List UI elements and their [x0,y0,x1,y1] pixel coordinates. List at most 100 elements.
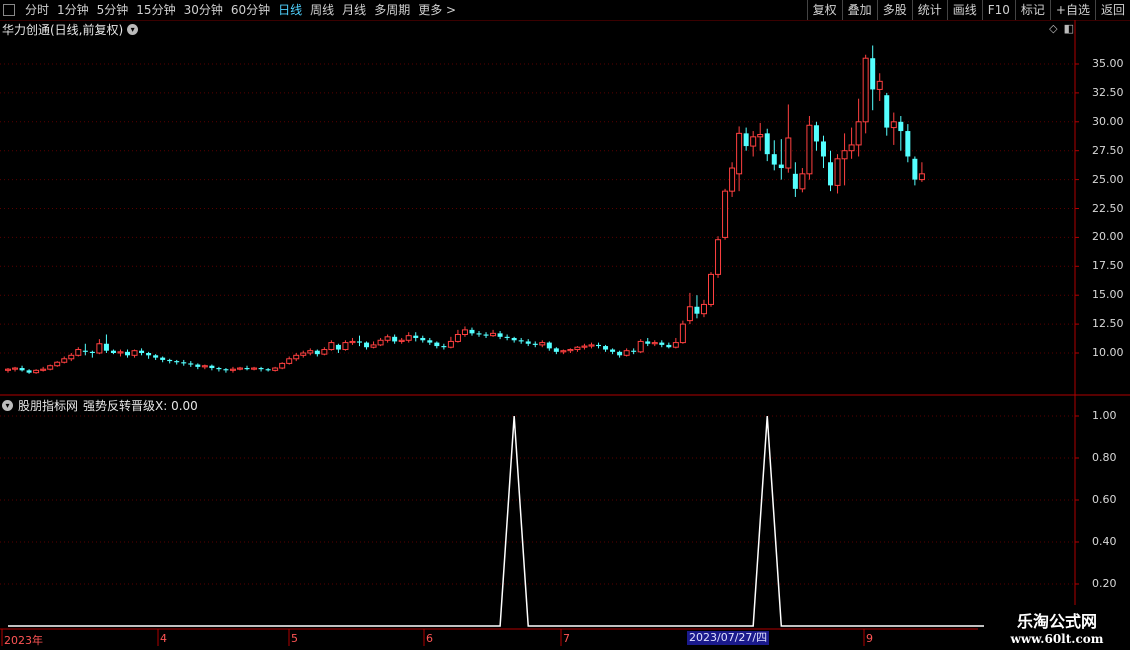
date-axis-label: 4 [160,632,167,645]
candle-body-down [174,361,180,363]
candle-body-up [461,329,468,336]
candle-body-up [398,339,405,342]
candle-body-up [651,342,658,345]
candle-body-up [54,361,61,367]
candle-body-down [905,131,911,157]
indicator-axis-label: 0.20 [1092,577,1117,590]
candle-body-down [645,341,651,344]
candle-body-down [870,58,876,90]
price-axis-label: 22.50 [1092,201,1124,215]
candle-body-up [637,340,644,353]
candle-body-down [778,164,784,169]
candle-body-up [581,345,588,348]
main-title: 华力创通(日线,前复权) [2,22,124,37]
candle-body-down [469,329,475,334]
candle-body-down [314,350,320,355]
candle-body-up [876,80,883,90]
candle-body-down [743,133,749,147]
indicator-axis-label: 0.40 [1092,535,1117,548]
chevron-down-icon[interactable]: ▾ [127,23,139,35]
price-axis-label: 27.50 [1092,143,1124,157]
candle-body-down [420,337,426,341]
candle-body-down [223,369,229,371]
candle-body-up [834,158,841,186]
diamond-icon[interactable]: ◇ [1049,22,1057,35]
candle-body-up [272,367,279,371]
candle-body-down [139,350,145,353]
panel-toggle-icon[interactable]: ◧ [1064,22,1074,35]
candle-body-down [476,333,482,335]
candle-body-down [244,368,250,370]
candle-body-down [335,344,341,350]
candle-body-down [195,364,201,367]
candle-body-up [799,173,806,190]
candle-body-down [434,342,440,347]
candle-body-up [806,124,813,175]
candle-body-up [750,136,757,147]
candle-body-down [413,335,419,338]
candle-body-down [792,173,798,189]
candle-body-up [5,368,11,371]
candle-body-up [679,323,686,344]
candle-body-down [603,346,609,350]
candle-body-up [686,306,693,322]
watermark-title: 乐淘公式网 [1016,612,1097,631]
candle-body-down [912,158,918,180]
candle-body-up [229,368,236,371]
candle-body-down [26,370,32,373]
candle-body-down [610,349,616,352]
candle-body-up [841,150,848,160]
candle-body-down [19,368,25,371]
candle-body-down [497,333,503,337]
candle-body-up [539,342,546,346]
date-axis-label: 9 [866,632,873,645]
indicator-axis-label: 0.80 [1092,451,1117,464]
candle-body-up [560,350,567,353]
candle-body-down [82,350,88,352]
candle-body-down [160,357,166,360]
chart-grid [0,63,1075,585]
candle-body-up [33,369,40,374]
indicator-axis-label: 1.00 [1092,409,1117,422]
candle-body-down [504,336,510,338]
candle-body-down [441,346,447,348]
candle-body-down [813,125,819,142]
candle-body-down [553,348,559,352]
candle-body-up [855,121,862,146]
candle-body-up [454,334,461,342]
candle-body-down [216,368,222,370]
candle-body-down [265,369,271,371]
candle-body-down [828,162,834,186]
chart-top-icons: ◇ ◧ [1049,22,1074,35]
candle-body-up [251,367,258,370]
candle-body-down [659,342,665,345]
candle-body-down [617,351,623,356]
candle-body-up [708,273,714,305]
candle-body-up [862,57,869,123]
candle-body-up [384,336,391,341]
candle-body-down [188,363,194,365]
candle-body-down [146,353,152,356]
candle-body-up [405,335,412,341]
chart-frame [0,20,1130,650]
price-axis-label: 20.00 [1092,230,1124,244]
date-axis-label: 6 [426,632,433,645]
price-axis-label: 32.50 [1092,85,1124,99]
candle-body-down [764,133,770,155]
candle-body-up [279,362,286,369]
indicator-series [8,415,1056,627]
candle-body-down [89,351,95,353]
candle-body-down [181,362,187,364]
chevron-down-icon[interactable]: ▾ [2,400,13,411]
candle-body-down [525,341,531,344]
date-axis-label: 2023年 [4,634,43,647]
price-axis-label: 25.00 [1092,172,1124,186]
cursor-date: 2023/07/27/四 [687,631,770,645]
kline-chart[interactable] [0,0,1130,650]
candle-body-up [729,167,736,192]
candle-body-down [694,306,700,314]
candle-body-up [567,349,574,352]
indicator-value: 强势反转晋级X: 0.00 [83,399,198,413]
main-title-row: 华力创通(日线,前复权) ▾ [2,21,139,37]
candle-body-up [300,352,307,356]
